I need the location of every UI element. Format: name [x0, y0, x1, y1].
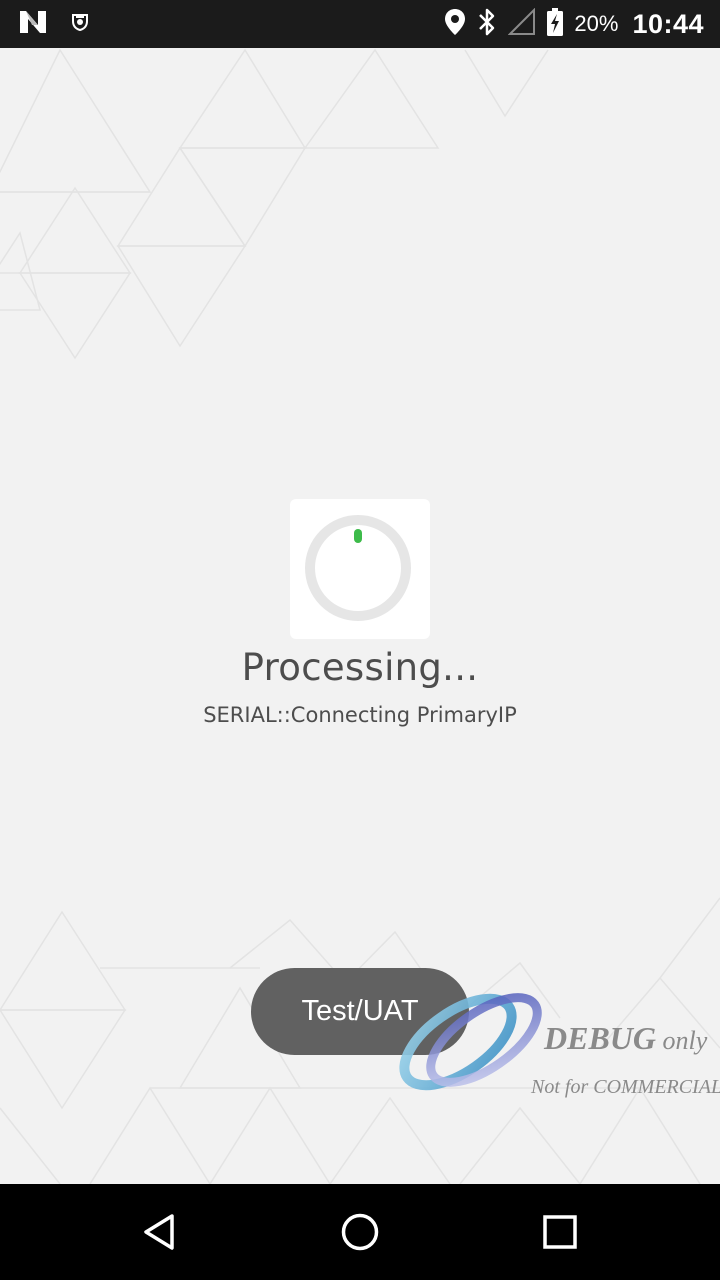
status-bar: 20% 10:44 — [0, 0, 720, 48]
n-app-icon — [18, 9, 48, 39]
location-icon — [444, 8, 466, 40]
battery-charging-icon — [546, 7, 564, 41]
debug-watermark-logo-icon — [399, 993, 542, 1091]
bluetooth-icon — [476, 7, 498, 41]
loading-spinner-icon — [305, 515, 411, 621]
loading-card — [290, 499, 430, 639]
status-clock: 10:44 — [632, 8, 704, 39]
debug-watermark-text: DEBUG only — [544, 1020, 708, 1056]
signal-icon — [507, 7, 536, 40]
recents-icon[interactable] — [538, 1210, 582, 1254]
battery-percentage: 20% — [574, 11, 619, 36]
processing-title: Processing... — [241, 646, 479, 689]
back-icon[interactable] — [138, 1210, 182, 1254]
home-icon[interactable] — [338, 1210, 382, 1254]
debug-watermark-subtext: Not for COMMERCIAL — [531, 1076, 720, 1098]
connection-status-message: SERIAL::Connecting PrimaryIP — [203, 703, 517, 727]
shield-app-icon — [70, 12, 90, 36]
navigation-bar — [0, 1184, 720, 1280]
